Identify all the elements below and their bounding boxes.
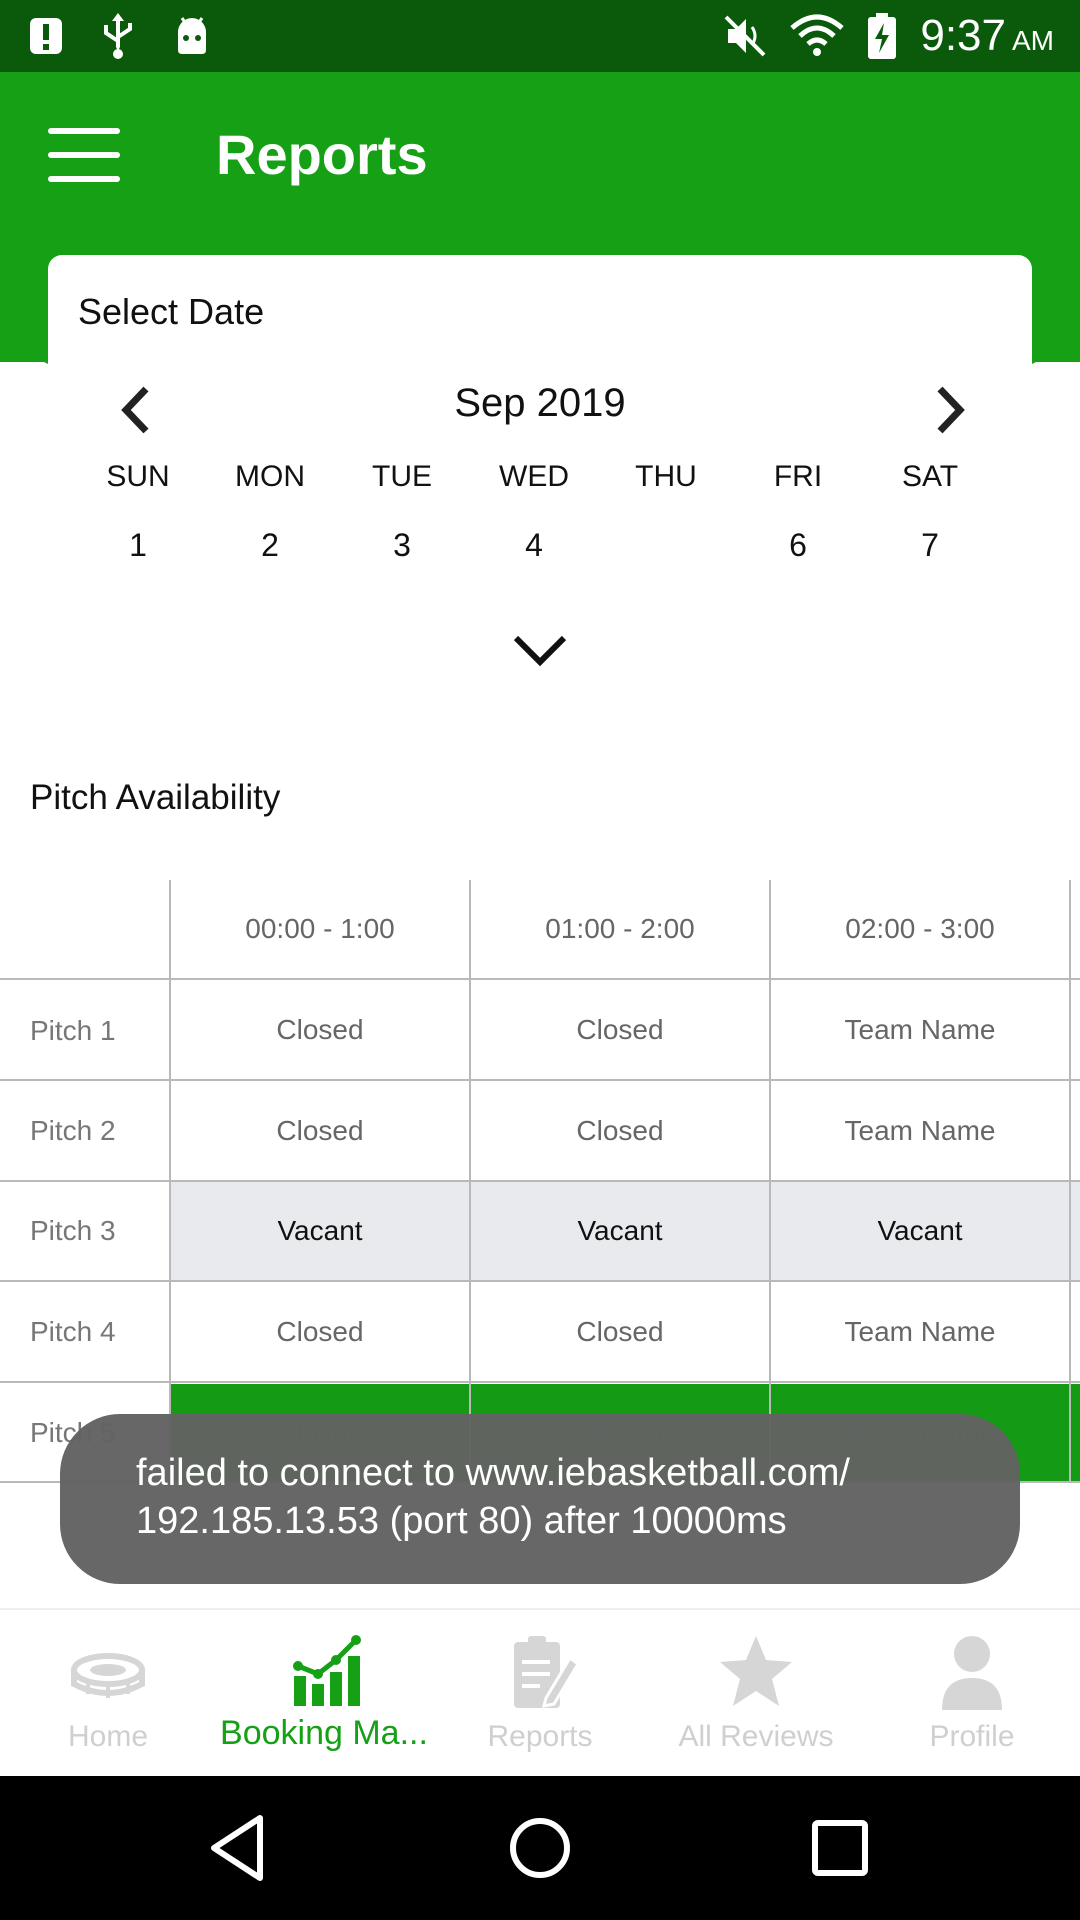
stadium-icon (71, 1653, 145, 1698)
column-header: 02:00 - 3:00 (845, 913, 995, 944)
slot-cell[interactable]: Closed (471, 1282, 769, 1381)
slot-cell-vacant[interactable]: Vacant (771, 1182, 1069, 1280)
android-icon (178, 17, 206, 54)
day-cell[interactable]: 2 (204, 527, 336, 564)
slot-cell[interactable]: Team Name (771, 980, 1069, 1079)
back-icon[interactable] (200, 1808, 280, 1888)
nav-booking-label: Booking Ma... (220, 1714, 428, 1752)
nav-all-reviews[interactable]: All Reviews (648, 1610, 864, 1778)
column-header: 00:00 - 1:00 (245, 913, 395, 944)
bar-chart-icon (293, 1635, 361, 1706)
column-header: 01:00 - 2:00 (545, 913, 695, 944)
toast-message-line-2: 192.185.13.53 (port 80) after 10000ms (136, 1500, 787, 1542)
usb-icon (104, 13, 132, 59)
nav-home[interactable]: Home (0, 1610, 216, 1778)
row-label-pitch-2: Pitch 2 (30, 1115, 116, 1146)
slot-cell[interactable]: Closed (171, 1282, 469, 1381)
nav-profile-label: Profile (929, 1720, 1015, 1753)
date-picker-card: Select Date Sep 2019 SUN MON TUE WED THU… (48, 255, 1032, 755)
error-toast: failed to connect to www.iebasketball.co… (60, 1414, 1020, 1584)
page-title: Reports (216, 123, 428, 186)
slot-cell[interactable]: Closed (171, 1081, 469, 1180)
status-bar: 9:37 AM (0, 0, 1080, 72)
chevron-right-icon[interactable] (924, 383, 974, 437)
hamburger-menu-icon[interactable] (48, 128, 120, 184)
week-days-row: 1 2 3 4 6 7 (72, 527, 996, 564)
star-icon (720, 1636, 792, 1706)
day-cell[interactable]: 4 (468, 527, 600, 564)
app-screen: 9:37 AM Reports Select Date Sep 2019 SUN … (0, 0, 1080, 1920)
slot-cell[interactable]: Closed (171, 980, 469, 1079)
day-cell-selected[interactable] (600, 527, 732, 564)
nav-reports[interactable]: Reports (432, 1610, 648, 1778)
pitch-availability-title: Pitch Availability (30, 778, 281, 817)
day-cell[interactable]: 3 (336, 527, 468, 564)
slot-cell[interactable]: Team Name (771, 1081, 1069, 1180)
slot-cell[interactable]: Closed (471, 980, 769, 1079)
nav-reviews-label: All Reviews (678, 1720, 834, 1753)
slot-cell[interactable]: Closed (471, 1081, 769, 1180)
weekday-mon: MON (235, 460, 305, 493)
select-date-label: Select Date (78, 291, 265, 332)
pitch-availability-table: 00:00 - 1:00 01:00 - 2:00 02:00 - 3:00 P… (0, 880, 1080, 1483)
chevron-left-icon[interactable] (112, 383, 162, 437)
person-icon (942, 1636, 1002, 1710)
system-navigation-bar (0, 1776, 1080, 1920)
weekday-fri: FRI (773, 460, 823, 493)
weekday-header: SUN MON TUE WED THU FRI SAT (72, 460, 996, 494)
nav-reports-label: Reports (487, 1720, 593, 1753)
clock-time: 9:37 (920, 11, 1006, 60)
bottom-navigation: Home Booking Ma... Reports All Reviews P… (0, 1608, 1080, 1776)
row-label-pitch-3: Pitch 3 (30, 1215, 116, 1246)
toast-message-line-1: failed to connect to www.iebasketball.co… (136, 1452, 850, 1494)
chevron-down-icon[interactable] (510, 630, 570, 670)
home-icon[interactable] (500, 1808, 580, 1888)
clock-ampm: AM (1012, 25, 1054, 56)
weekday-thu: THU (635, 460, 697, 493)
day-cell[interactable]: 7 (864, 527, 996, 564)
row-label-pitch-4: Pitch 4 (30, 1316, 116, 1347)
alert-icon (30, 18, 62, 54)
status-left-icons (28, 10, 212, 62)
status-time: 9:37 AM (920, 11, 1054, 61)
wifi-icon (790, 14, 845, 56)
month-label: Sep 2019 (454, 381, 626, 425)
weekday-tue: TUE (372, 460, 432, 493)
clipboard-edit-icon (514, 1636, 580, 1708)
weekday-sun: SUN (106, 460, 170, 493)
month-navigator: Sep 2019 (48, 375, 1032, 445)
slot-cell-vacant[interactable]: Vacant (471, 1182, 769, 1280)
weekday-wed: WED (499, 460, 569, 493)
status-right-icons: 9:37 AM (722, 6, 1054, 66)
nav-profile[interactable]: Profile (864, 1610, 1080, 1778)
battery-charging-icon (868, 13, 897, 59)
slot-cell[interactable]: Team Name (771, 1282, 1069, 1381)
nav-booking-management[interactable]: Booking Ma... (216, 1610, 432, 1778)
mute-icon (724, 15, 766, 57)
row-label-pitch-1: Pitch 1 (30, 1015, 116, 1046)
weekday-sat: SAT (901, 460, 959, 493)
day-cell[interactable]: 1 (72, 527, 204, 564)
day-cell[interactable]: 6 (732, 527, 864, 564)
slot-cell-vacant[interactable]: Vacant (171, 1182, 469, 1280)
nav-home-label: Home (67, 1720, 149, 1753)
recents-icon[interactable] (800, 1808, 880, 1888)
